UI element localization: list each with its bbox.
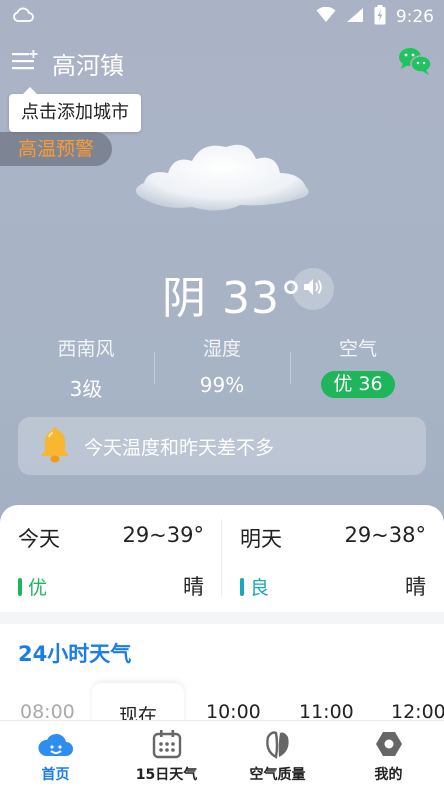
tab-label: 首页	[41, 767, 70, 783]
add-city-menu-icon[interactable]	[12, 50, 40, 74]
bell-icon	[38, 427, 72, 469]
header: 高河镇	[0, 44, 444, 80]
city-name[interactable]: 高河镇	[52, 46, 124, 81]
weather-tip-bar[interactable]: 今天温度和昨天差不多	[18, 417, 426, 475]
cloudy-weather-illustration	[130, 135, 315, 224]
calendar-icon	[152, 729, 182, 763]
bottom-tab-bar: 首页 15日天气 空气质量 我的	[0, 720, 444, 789]
day-name: 今天	[18, 527, 60, 551]
hexagon-profile-icon	[374, 729, 404, 763]
voice-broadcast-button[interactable]	[292, 268, 334, 310]
tip-text: 今天温度和昨天差不多	[84, 437, 275, 459]
section-separator	[0, 612, 444, 624]
tab-home[interactable]: 首页	[0, 721, 111, 789]
tab-air-quality[interactable]: 空气质量	[222, 721, 333, 789]
tab-label: 我的	[374, 767, 403, 783]
air-quality-stat[interactable]: 空气 优 36	[290, 334, 426, 398]
hourly-forecast-title: 24小时天气	[18, 642, 132, 666]
humidity-stat: 湿度 99%	[154, 334, 290, 397]
air-quality-label: 良	[240, 573, 269, 600]
humidity-label: 湿度	[202, 338, 241, 360]
signal-icon	[346, 7, 364, 27]
wifi-icon	[316, 6, 336, 27]
air-quality-text: 优	[28, 577, 48, 599]
home-cloud-icon	[37, 729, 74, 763]
day-name: 明天	[240, 527, 282, 551]
forecast-panel: 今天 29~39° 优 晴 明天 29~38° 良 晴 24小时天气 08:00…	[0, 505, 444, 735]
tomorrow-card[interactable]: 明天 29~38° 良 晴	[222, 523, 444, 607]
heat-warning-badge[interactable]: 高温预警	[0, 132, 113, 166]
air-quality-label: 优	[18, 573, 47, 600]
current-weather: 阴 33°	[0, 262, 444, 324]
aqi-badge[interactable]: 优 36	[321, 371, 395, 398]
wind-stat: 西南风 3级	[18, 334, 154, 402]
wechat-icon[interactable]	[398, 46, 432, 76]
speaker-icon	[302, 277, 324, 301]
air-quality-indicator	[240, 577, 244, 596]
add-city-tooltip[interactable]: 点击添加城市	[9, 87, 141, 132]
today-card[interactable]: 今天 29~39° 优 晴	[0, 523, 222, 607]
weather-stats: 西南风 3级 湿度 99% 空气 优 36	[18, 334, 426, 404]
leaf-icon	[263, 729, 293, 763]
wind-label: 西南风	[57, 338, 115, 360]
battery-charging-icon	[374, 5, 386, 29]
condition-temperature: 阴 33°	[162, 273, 303, 324]
air-quality-indicator	[18, 577, 22, 596]
humidity-value: 99%	[199, 373, 245, 397]
tab-profile[interactable]: 我的	[333, 721, 444, 789]
status-time: 9:26	[395, 7, 434, 27]
cloud-notification-icon	[12, 6, 34, 26]
temperature-range: 29~38°	[344, 523, 426, 547]
wind-value: 3级	[69, 377, 103, 401]
day-condition: 晴	[183, 575, 204, 599]
tab-label: 15日天气	[135, 767, 198, 783]
air-quality-text: 良	[250, 577, 270, 599]
tab-15-day[interactable]: 15日天气	[111, 721, 222, 789]
air-label: 空气	[338, 338, 377, 360]
tab-label: 空气质量	[249, 767, 306, 783]
day-condition: 晴	[405, 575, 426, 599]
temperature-range: 29~39°	[122, 523, 204, 547]
status-bar: 9:26	[0, 0, 444, 30]
